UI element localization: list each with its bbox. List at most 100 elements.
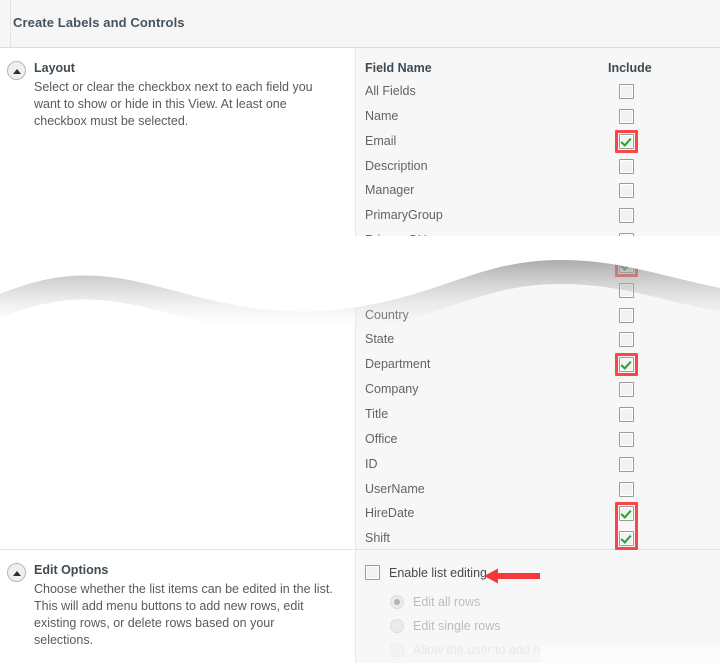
include-checkbox-cell[interactable] bbox=[619, 183, 634, 199]
layout-description-pane: Layout Select or clear the checkbox next… bbox=[0, 48, 356, 549]
include-checkbox[interactable] bbox=[619, 506, 634, 522]
include-checkbox-cell[interactable] bbox=[619, 208, 634, 224]
include-checkbox[interactable] bbox=[619, 183, 634, 199]
field-row[interactable]: Manager bbox=[356, 180, 720, 205]
field-row[interactable]: PrimaryGroup bbox=[356, 205, 720, 230]
include-checkbox-cell[interactable] bbox=[619, 158, 634, 174]
field-name-label: PrimaryOU bbox=[365, 233, 427, 248]
edit-options-section-description: Choose whether the list items can be edi… bbox=[34, 582, 333, 647]
include-checkbox[interactable] bbox=[619, 481, 634, 497]
field-row[interactable]: UserName bbox=[356, 479, 720, 504]
edit-options-section-heading: Edit Options bbox=[34, 563, 109, 577]
include-checkbox-cell[interactable] bbox=[619, 282, 634, 298]
include-checkbox[interactable] bbox=[619, 84, 634, 99]
include-checkbox[interactable] bbox=[619, 456, 634, 472]
window-header: Create Labels and Controls bbox=[0, 0, 720, 48]
layout-section-heading: Layout bbox=[34, 61, 75, 75]
field-name-label: HireDate bbox=[365, 506, 415, 521]
include-checkbox[interactable] bbox=[619, 332, 634, 348]
include-checkbox-cell[interactable] bbox=[619, 84, 634, 99]
arrow-left-icon bbox=[484, 568, 540, 589]
field-name-label: Company bbox=[365, 382, 419, 397]
include-checkbox[interactable] bbox=[619, 382, 634, 398]
field-name-label: Shift bbox=[365, 531, 391, 546]
radio-edit-all-rows[interactable]: Edit all rows bbox=[390, 595, 480, 609]
include-checkbox-cell[interactable] bbox=[619, 431, 634, 447]
include-checkbox[interactable] bbox=[619, 108, 634, 124]
field-row[interactable]: Office bbox=[356, 429, 720, 454]
field-row[interactable]: Country bbox=[356, 305, 720, 330]
clipped-option-checkbox[interactable] bbox=[390, 643, 404, 657]
field-name-label: Department bbox=[365, 357, 431, 372]
chevron-up-icon-edit-options[interactable] bbox=[7, 563, 26, 582]
clipped-option-label: Allow the user to add rows bbox=[413, 643, 560, 657]
field-row[interactable]: Description bbox=[356, 156, 720, 181]
field-row[interactable]: HireDate bbox=[356, 503, 720, 528]
field-name-label: Domain bbox=[365, 282, 409, 297]
radio-edit-single-rows[interactable]: Edit single rows bbox=[390, 619, 501, 633]
field-row[interactable]: Department bbox=[356, 354, 720, 379]
radio-edit-single-rows-label: Edit single rows bbox=[413, 619, 501, 633]
include-checkbox-cell[interactable] bbox=[619, 506, 634, 522]
field-name-label: State bbox=[365, 332, 395, 347]
field-name-label: Country bbox=[365, 307, 409, 322]
include-checkbox[interactable] bbox=[619, 158, 634, 174]
include-checkbox[interactable] bbox=[619, 307, 634, 323]
include-checkbox-cell[interactable] bbox=[619, 406, 634, 422]
window-title: Create Labels and Controls bbox=[13, 15, 185, 30]
field-name-label: Manager bbox=[365, 183, 415, 198]
include-checkbox[interactable] bbox=[619, 431, 634, 447]
include-checkbox-cell[interactable] bbox=[619, 307, 634, 323]
include-checkbox-cell[interactable] bbox=[619, 133, 634, 149]
field-name-label: All Fields bbox=[365, 84, 416, 98]
include-checkbox[interactable] bbox=[619, 257, 634, 273]
chevron-up-icon-layout[interactable] bbox=[7, 61, 26, 80]
field-name-label: Description bbox=[365, 158, 428, 173]
include-checkbox-cell[interactable] bbox=[619, 481, 634, 497]
enable-list-editing-checkbox[interactable] bbox=[365, 565, 380, 580]
field-name-label: Office bbox=[365, 431, 398, 446]
edit-options-description-pane: Edit Options Choose whether the list ite… bbox=[0, 550, 356, 663]
column-header-field-name: Field Name bbox=[365, 61, 432, 75]
enable-list-editing-row[interactable]: Enable list editing bbox=[365, 565, 487, 580]
layout-section-description: Select or clear the checkbox next to eac… bbox=[34, 80, 313, 128]
include-checkbox[interactable] bbox=[619, 208, 634, 224]
field-row[interactable]: Company bbox=[356, 379, 720, 404]
clipped-option-row[interactable]: Allow the user to add rows bbox=[390, 643, 560, 657]
include-checkbox-cell[interactable] bbox=[619, 357, 634, 373]
include-checkbox[interactable] bbox=[619, 233, 634, 249]
include-checkbox[interactable] bbox=[619, 357, 634, 373]
field-row[interactable]: Title bbox=[356, 404, 720, 429]
radio-edit-single-rows-control[interactable] bbox=[390, 619, 404, 633]
edit-options-controls-pane: Enable list editing Edit all rows Edit s… bbox=[356, 550, 720, 663]
section-edit-options: Edit Options Choose whether the list ite… bbox=[0, 550, 720, 663]
include-checkbox-cell[interactable] bbox=[619, 233, 634, 249]
create-labels-and-controls-window: Create Labels and Controls Layout Select… bbox=[0, 0, 720, 663]
field-row[interactable]: Domain bbox=[356, 280, 720, 305]
field-row[interactable]: PrimaryOU bbox=[356, 230, 720, 255]
field-row[interactable]: DisplayName bbox=[356, 255, 720, 280]
include-checkbox[interactable] bbox=[619, 282, 634, 298]
include-checkbox[interactable] bbox=[619, 531, 634, 547]
include-checkbox-cell[interactable] bbox=[619, 332, 634, 348]
field-row[interactable]: ID bbox=[356, 454, 720, 479]
include-checkbox[interactable] bbox=[619, 406, 634, 422]
field-row[interactable]: All Fields bbox=[356, 81, 720, 106]
field-row[interactable]: Name bbox=[356, 106, 720, 131]
field-list: All Fields Name Email Description Manager Pri… bbox=[356, 81, 720, 553]
enable-list-editing-label: Enable list editing bbox=[389, 565, 487, 580]
include-checkbox[interactable] bbox=[619, 133, 634, 149]
field-row[interactable]: State bbox=[356, 329, 720, 354]
include-checkbox-cell[interactable] bbox=[619, 456, 634, 472]
field-name-label: Title bbox=[365, 406, 389, 421]
field-name-label: Email bbox=[365, 133, 397, 148]
radio-edit-all-rows-label: Edit all rows bbox=[413, 595, 481, 609]
field-row[interactable]: Email bbox=[356, 131, 720, 156]
field-name-label: DisplayName bbox=[365, 257, 440, 272]
radio-edit-all-rows-control[interactable] bbox=[390, 595, 404, 609]
include-checkbox-cell[interactable] bbox=[619, 531, 634, 547]
include-checkbox-cell[interactable] bbox=[619, 108, 634, 124]
include-checkbox-cell[interactable] bbox=[619, 382, 634, 398]
field-name-label: UserName bbox=[365, 481, 425, 496]
include-checkbox-cell[interactable] bbox=[619, 257, 634, 273]
